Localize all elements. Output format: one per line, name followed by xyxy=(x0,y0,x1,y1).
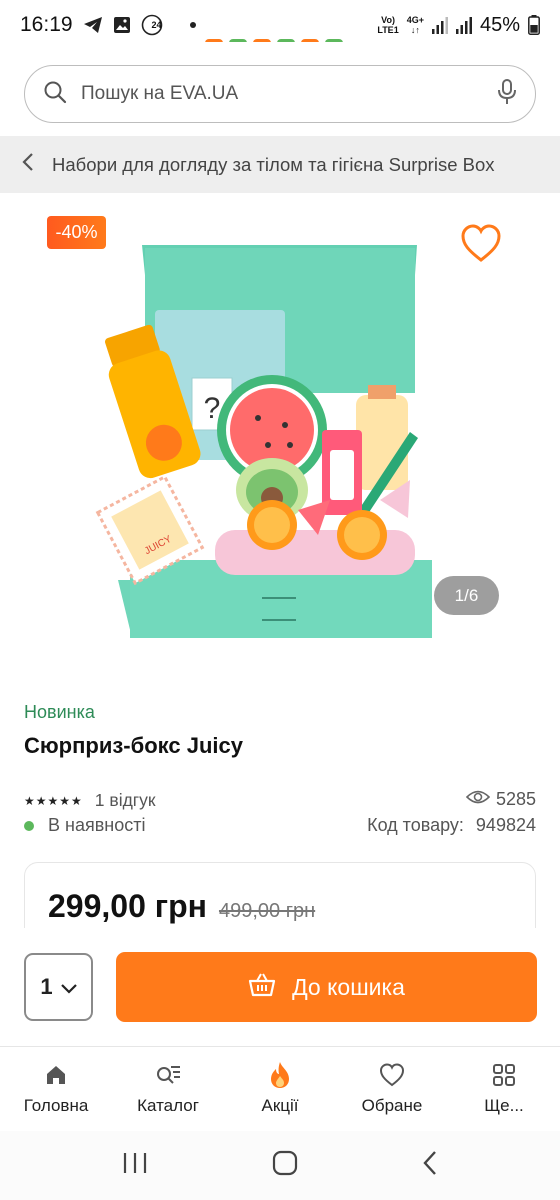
add-to-cart-button[interactable]: До кошика xyxy=(116,952,537,1022)
quantity-select[interactable]: 1 xyxy=(24,953,93,1021)
nav-item-home[interactable]: Головна xyxy=(0,1047,112,1130)
gallery-icon xyxy=(113,16,131,34)
recent-apps-icon[interactable] xyxy=(122,1151,148,1180)
nav-item-label: Ще... xyxy=(484,1095,524,1115)
search-placeholder: Пошук на EVA.UA xyxy=(81,83,239,104)
breadcrumb[interactable]: Набори для догляду за тілом та гігієна S… xyxy=(0,136,560,193)
nav-item-promotions[interactable]: Акції xyxy=(224,1047,336,1130)
nav-item-label: Головна xyxy=(23,1095,89,1115)
views-value: 5285 xyxy=(495,789,536,809)
status-time: 16:19 xyxy=(20,13,73,36)
heart-icon xyxy=(461,224,501,262)
nav-item-label: Каталог xyxy=(137,1095,199,1115)
in-stock-dot xyxy=(24,820,34,831)
battery-icon xyxy=(528,15,540,35)
svg-text:?: ? xyxy=(204,392,221,425)
price-row: 299,00 грн 499,00 грн xyxy=(48,888,315,925)
add-to-favorites-button[interactable] xyxy=(460,224,502,264)
nav-item-label: Акції xyxy=(261,1095,299,1115)
product-title: Сюрприз-бокс Juicy xyxy=(24,733,243,758)
search-input[interactable]: Пошук на EVA.UA xyxy=(24,65,536,123)
site-logo-partial xyxy=(205,34,365,42)
chevron-left-icon[interactable] xyxy=(22,152,34,177)
search-icon xyxy=(43,80,67,109)
signal-icon xyxy=(455,16,472,34)
system-navigation-bar xyxy=(0,1131,560,1200)
basket-icon xyxy=(248,971,276,1003)
product-code-value: 949824 xyxy=(475,815,536,835)
nav-item-more[interactable]: Ще... xyxy=(448,1047,560,1130)
product-code-label: Код товару: xyxy=(367,815,464,835)
back-icon[interactable] xyxy=(422,1150,438,1181)
stock-text: В наявності xyxy=(48,815,146,835)
flame-icon xyxy=(268,1061,292,1088)
volte-indicator: Vo) LTE1 xyxy=(377,15,399,35)
nav-item-label: Обране xyxy=(361,1095,423,1115)
views-count: 5285 xyxy=(465,789,536,810)
microphone-icon[interactable] xyxy=(497,78,517,110)
stock-status: В наявності xyxy=(24,815,145,836)
catalog-icon xyxy=(155,1062,181,1088)
reviews-link[interactable]: 1 відгук xyxy=(95,790,156,811)
status-bar: 16:19 24 Vo) LTE1 4G+ ↓↑ 45% xyxy=(0,0,560,50)
chevron-down-icon xyxy=(60,974,77,1000)
notification-badge-count: 24 xyxy=(151,20,162,30)
grid-icon xyxy=(492,1062,516,1088)
rating-stars: ★★★★★ xyxy=(24,793,83,808)
quantity-value: 1 xyxy=(40,974,53,999)
current-price: 299,00 грн xyxy=(48,888,207,924)
bottom-nav: Головна Каталог Акції Обране Ще... xyxy=(0,1046,560,1130)
gallery-counter: 1/6 xyxy=(434,576,499,615)
eye-icon xyxy=(465,789,491,810)
home-icon xyxy=(44,1062,68,1088)
old-price: 499,00 грн xyxy=(218,900,316,922)
nav-item-favorites[interactable]: Обране xyxy=(336,1047,448,1130)
battery-percent: 45% xyxy=(479,13,520,36)
heart-icon xyxy=(379,1062,405,1088)
home-button-icon[interactable] xyxy=(272,1150,298,1181)
telegram-icon xyxy=(83,16,103,34)
nav-item-catalog[interactable]: Каталог xyxy=(112,1047,224,1130)
more-notifications-dot xyxy=(189,22,196,28)
add-to-cart-label: До кошика xyxy=(292,973,405,1000)
breadcrumb-category[interactable]: Набори для догляду за тілом та гігієна S… xyxy=(52,154,495,176)
new-label: Новинка xyxy=(24,702,95,722)
rating[interactable]: ★★★★★ 1 відгук xyxy=(24,790,156,811)
product-code: Код товару: 949824 xyxy=(367,815,536,836)
network-type: 4G+ ↓↑ xyxy=(406,15,424,35)
signal-icon xyxy=(431,16,448,34)
discount-badge: -40% xyxy=(47,216,106,249)
